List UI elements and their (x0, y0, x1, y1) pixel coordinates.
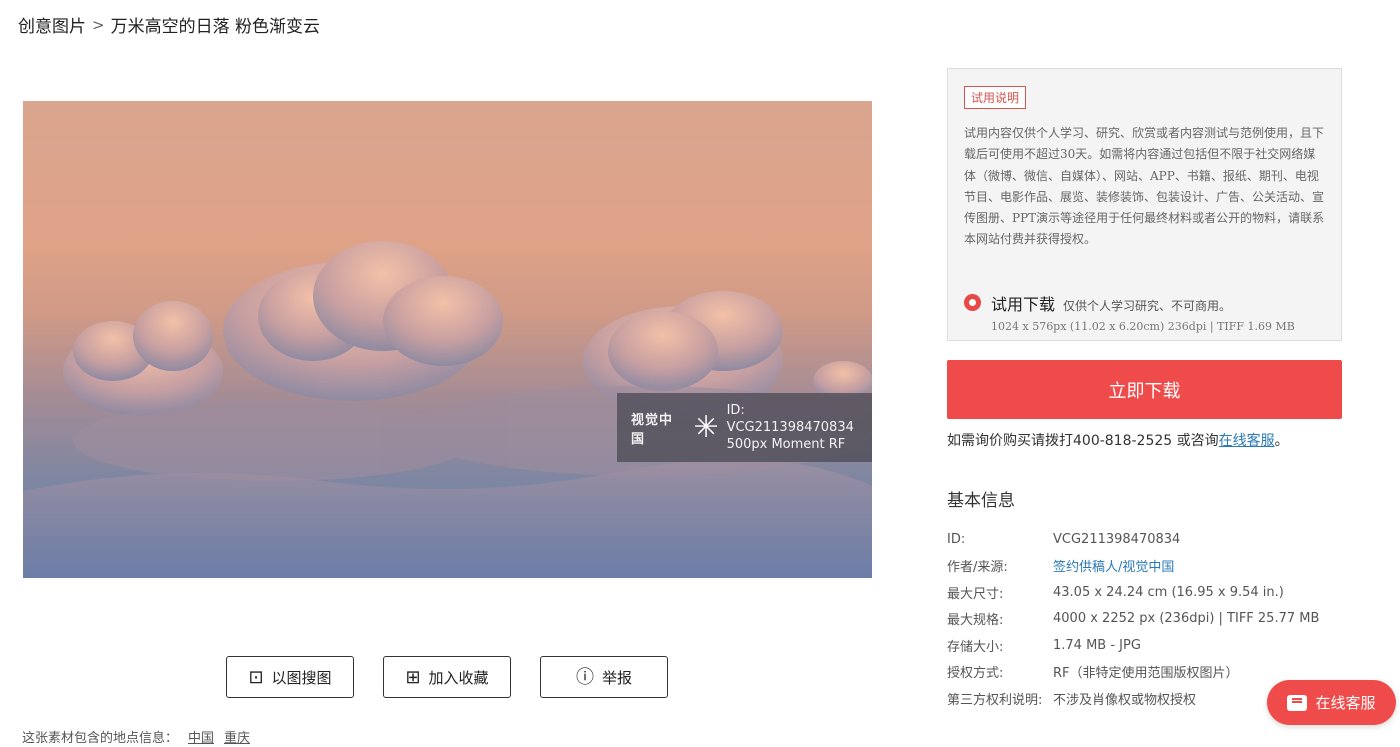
info-label-max-size: 最大尺寸: (947, 586, 1004, 602)
watermark-star-icon: ✳ (693, 409, 719, 445)
watermark: 视觉中国 ✳ ID: VCG211398470834 500px Moment … (617, 393, 872, 462)
info-value-max-spec: 4000 x 2252 px (236dpi) | TIFF 25.77 MB (1053, 611, 1320, 627)
cloud-illustration (23, 241, 872, 578)
trial-description: 试用内容仅供个人学习、研究、欣赏或者内容测试与范例使用，且下载后可使用不超过30… (964, 126, 1325, 247)
info-row: 第三方权利说明: 不涉及肖像权或物权授权 (947, 685, 1319, 712)
location-label: 这张素材包含的地点信息： (22, 731, 179, 746)
add-favorite-label: 加入收藏 (428, 669, 489, 687)
online-service-link[interactable]: 在线客服 (1219, 433, 1275, 449)
info-row: 作者/来源: 签约供稿人/视觉中国 (947, 553, 1319, 580)
info-row: 最大规格: 4000 x 2252 px (236dpi) | TIFF 25.… (947, 606, 1319, 633)
trial-badge: 试用说明 (964, 86, 1027, 109)
info-value-third-party: 不涉及肖像权或物权授权 (1053, 692, 1197, 708)
breadcrumb-root-link[interactable]: 创意图片 (18, 12, 86, 37)
info-value-license: RF（非特定使用范围版权图片） (1053, 666, 1239, 682)
info-row: 最大尺寸: 43.05 x 24.24 cm (16.95 x 9.54 in.… (947, 579, 1319, 606)
info-value-author-link[interactable]: 签约供稿人/视觉中国 (1053, 556, 1174, 575)
info-value-max-size: 43.05 x 24.24 cm (16.95 x 9.54 in.) (1053, 584, 1284, 600)
trial-option-title: 试用下载 (991, 295, 1056, 314)
breadcrumb-separator: > (92, 15, 105, 34)
camera-scan-icon: ⊡ (248, 667, 264, 687)
download-button[interactable]: 立即下载 (947, 360, 1342, 419)
main-photo[interactable]: 视觉中国 ✳ ID: VCG211398470834 500px Moment … (23, 101, 872, 578)
info-row: 授权方式: RF（非特定使用范围版权图片） (947, 659, 1319, 686)
search-by-image-button[interactable]: ⊡ 以图搜图 (226, 656, 354, 698)
info-value-id: VCG211398470834 (1053, 531, 1181, 547)
online-chat-button[interactable]: 在线客服 (1267, 680, 1396, 725)
watermark-brand: 视觉中国 (631, 412, 674, 447)
location-link-city[interactable]: 重庆 (224, 727, 250, 746)
trial-panel: 试用说明 试用内容仅供个人学习、研究、欣赏或者内容测试与范例使用，且下载后可使用… (947, 68, 1342, 341)
breadcrumb: 创意图片 > 万米高空的日落 粉色渐变云 (18, 12, 320, 38)
location-link-country[interactable]: 中国 (188, 727, 214, 746)
info-row: ID: VCG211398470834 (947, 526, 1319, 553)
trial-download-option[interactable]: 试用下载 仅供个人学习研究、不可商用。 1024 x 576px (11.02 … (964, 291, 1295, 333)
alert-icon: ⓘ (575, 667, 594, 687)
info-label-license: 授权方式: (947, 666, 1004, 682)
info-label-author: 作者/来源: (947, 560, 1008, 576)
trial-option-spec: 1024 x 576px (11.02 x 6.20cm) 236dpi | T… (991, 320, 1295, 333)
info-label-third-party: 第三方权利说明: (947, 692, 1043, 708)
report-button[interactable]: ⓘ 举报 (540, 656, 668, 698)
chat-bubble-icon (1287, 694, 1308, 711)
contact-prefix: 如需询价购买请拨打400-818-2525 或咨询 (947, 433, 1219, 449)
basic-info-table: ID: VCG211398470834 作者/来源: 签约供稿人/视觉中国 最大… (947, 526, 1319, 712)
info-label-storage: 存储大小: (947, 639, 1004, 655)
contact-line: 如需询价购买请拨打400-818-2525 或咨询在线客服。 (947, 430, 1289, 450)
page-title: 万米高空的日落 粉色渐变云 (110, 17, 320, 37)
trial-radio[interactable] (964, 294, 981, 311)
info-label-max-spec: 最大规格: (947, 613, 1004, 629)
trial-option-desc: 仅供个人学习研究、不可商用。 (1063, 299, 1232, 313)
report-label: 举报 (601, 669, 632, 687)
info-row: 存储大小: 1.74 MB - JPG (947, 632, 1319, 659)
add-favorite-button[interactable]: ⊞ 加入收藏 (383, 656, 511, 698)
watermark-id: ID: VCG211398470834 (726, 403, 854, 435)
basic-info-title: 基本信息 (947, 491, 1015, 511)
online-chat-label: 在线客服 (1315, 694, 1376, 712)
watermark-source: 500px Moment RF (726, 437, 846, 452)
location-info: 这张素材包含的地点信息： 中国 重庆 (22, 727, 250, 746)
info-value-storage: 1.74 MB - JPG (1053, 637, 1141, 653)
contact-suffix: 。 (1274, 433, 1289, 449)
search-by-image-label: 以图搜图 (271, 669, 332, 687)
info-label-id: ID: (947, 531, 966, 547)
add-collection-icon: ⊞ (405, 667, 421, 687)
